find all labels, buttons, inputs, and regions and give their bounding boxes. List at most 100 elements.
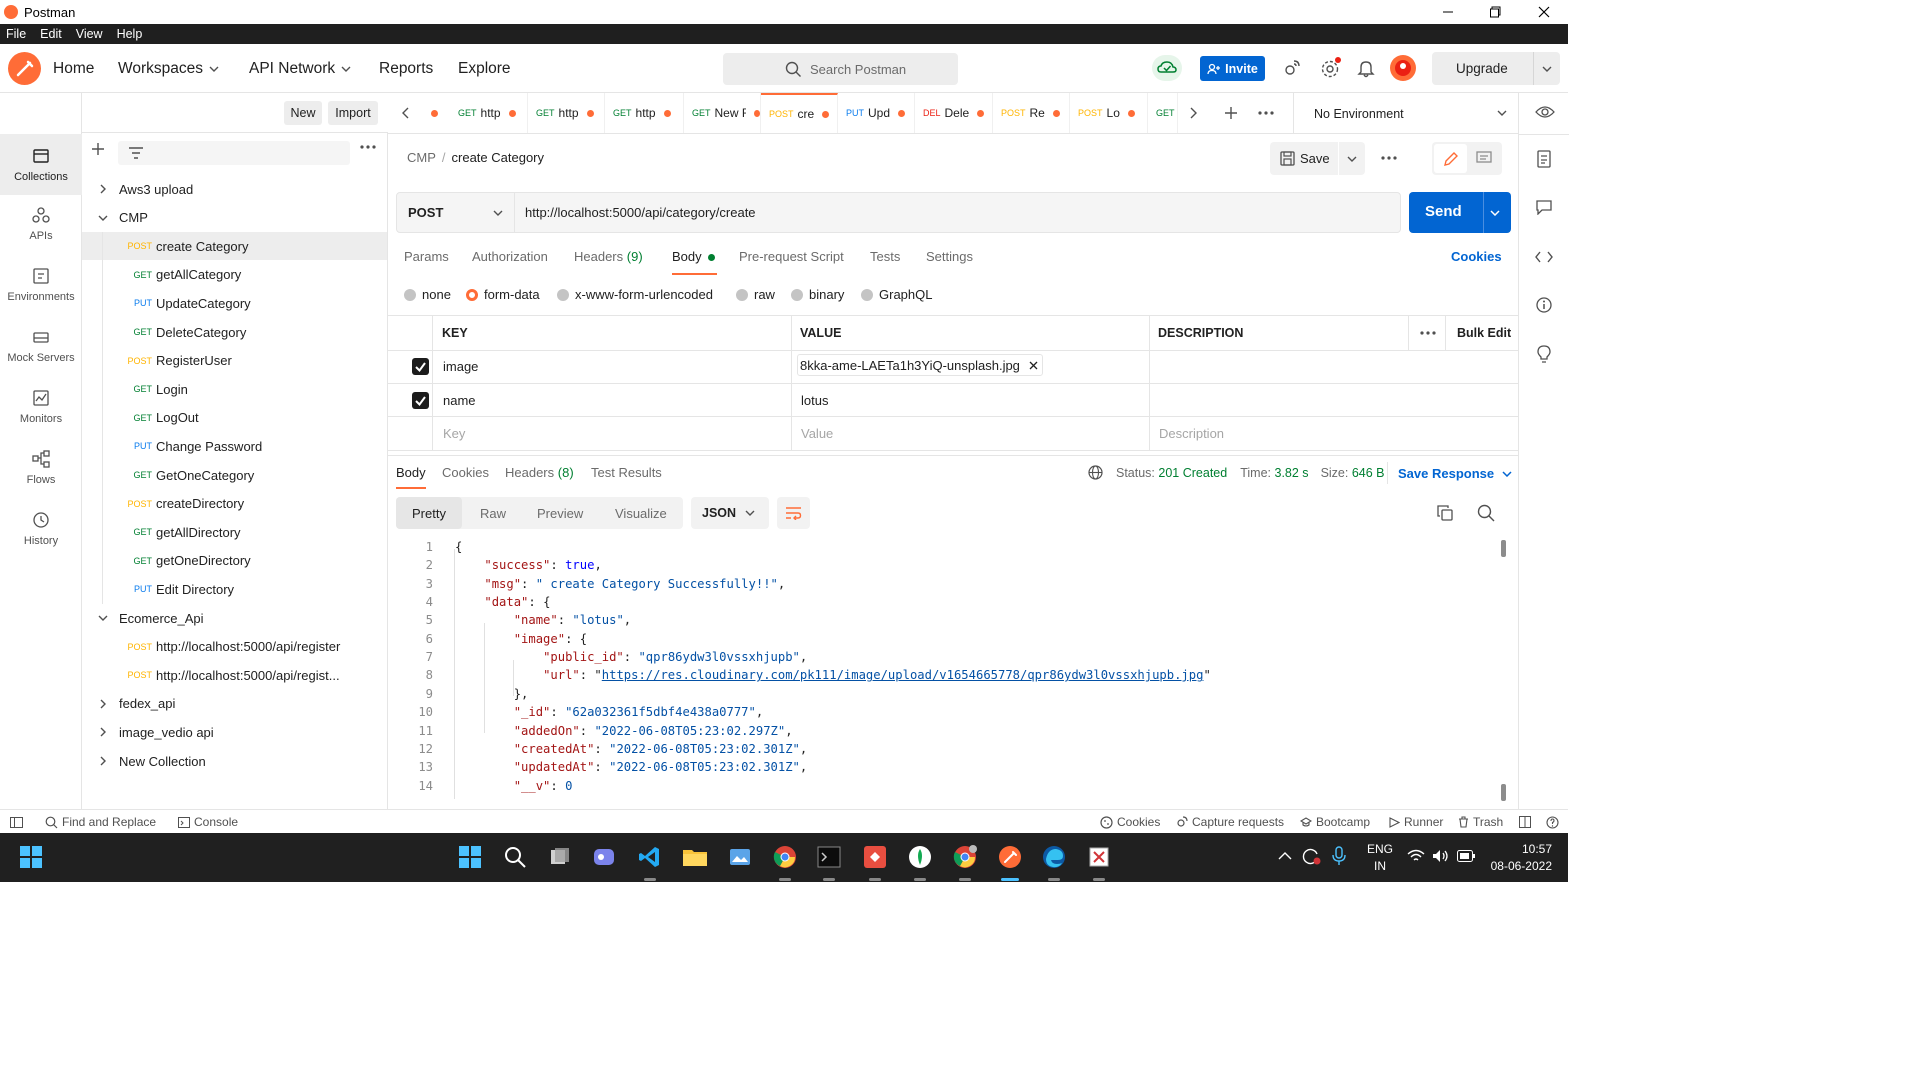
teams-chat-icon[interactable]: [590, 843, 618, 871]
save-response-button[interactable]: Save Response: [1398, 466, 1512, 481]
radio-urlencoded[interactable]: x-www-form-urlencoded: [557, 287, 713, 302]
vscode-icon[interactable]: [636, 843, 664, 871]
new-button[interactable]: New: [284, 101, 322, 125]
chrome-icon[interactable]: [771, 843, 799, 871]
tab-params[interactable]: Params: [404, 249, 449, 264]
runner-button[interactable]: Runner: [1389, 810, 1443, 834]
cookies-button[interactable]: Cookies: [1100, 810, 1160, 834]
request-tab[interactable]: GET http: [528, 93, 605, 133]
row-enabled-checkbox[interactable]: [412, 392, 429, 409]
menu-help[interactable]: Help: [117, 27, 143, 41]
system-clock[interactable]: 10:57 08-06-2022: [1482, 841, 1552, 875]
request-item[interactable]: PUT Change Password: [82, 432, 387, 460]
nav-workspaces[interactable]: Workspaces: [118, 44, 219, 93]
new-description-input[interactable]: Description: [1159, 426, 1224, 441]
settings-gear-icon[interactable]: [1319, 57, 1341, 79]
sidebar-item-monitors[interactable]: Monitors: [0, 378, 82, 436]
taskbar-search-icon[interactable]: [501, 843, 529, 871]
mongodb-compass-icon[interactable]: [906, 843, 934, 871]
request-item[interactable]: PUT UpdateCategory: [82, 289, 387, 317]
scrollbar-thumb-bottom[interactable]: [1501, 784, 1506, 801]
info-icon[interactable]: [1536, 297, 1552, 313]
format-select[interactable]: JSON: [691, 497, 769, 529]
chevron-down-icon[interactable]: [1490, 210, 1500, 216]
close-window-button[interactable]: [1520, 0, 1568, 24]
file-explorer-icon[interactable]: [681, 843, 709, 871]
view-visualize[interactable]: Visualize: [615, 497, 667, 529]
task-view-icon[interactable]: [546, 843, 574, 871]
tabs-scroll-right-icon[interactable]: [1189, 107, 1197, 119]
layout-toggle-icon[interactable]: [1519, 810, 1531, 834]
request-item[interactable]: GET GetOneCategory: [82, 461, 387, 489]
sidebar-item-apis[interactable]: APIs: [0, 195, 82, 253]
nav-explore[interactable]: Explore: [458, 44, 511, 93]
documentation-icon[interactable]: [1537, 150, 1551, 168]
snipping-tool-icon[interactable]: [1085, 843, 1113, 871]
edit-mode-button[interactable]: [1434, 144, 1467, 173]
code-snippet-icon[interactable]: [1535, 250, 1553, 264]
tab-prerequest[interactable]: Pre-request Script: [739, 249, 844, 264]
response-body-viewer[interactable]: 1{2 "success": true, 3 "msg": " create Ca…: [388, 540, 1498, 805]
import-button[interactable]: Import: [328, 101, 378, 125]
request-item[interactable]: POST http://localhost:5000/api/register: [82, 633, 387, 661]
new-tab-icon[interactable]: [1223, 105, 1239, 121]
request-item[interactable]: GET getOneDirectory: [82, 547, 387, 575]
response-tab-cookies[interactable]: Cookies: [442, 465, 489, 480]
nav-reports[interactable]: Reports: [379, 44, 433, 93]
collection-folder[interactable]: New Collection: [82, 747, 387, 775]
environment-selector[interactable]: No Environment: [1293, 93, 1518, 134]
request-item[interactable]: GET Login: [82, 375, 387, 403]
tab-authorization[interactable]: Authorization: [472, 249, 548, 264]
collection-folder[interactable]: fedex_api: [82, 690, 387, 718]
request-item[interactable]: POST http://localhost:5000/api/regist...: [82, 661, 387, 689]
git-client-icon[interactable]: [861, 843, 889, 871]
sidebar-item-mock-servers[interactable]: Mock Servers: [0, 317, 82, 375]
terminal-icon[interactable]: [815, 843, 843, 871]
invite-button[interactable]: Invite: [1200, 56, 1265, 81]
request-tab[interactable]: GET http: [450, 93, 528, 133]
postman-home-logo-icon[interactable]: [8, 52, 41, 85]
sync-status-icon[interactable]: [1152, 55, 1182, 81]
find-replace-button[interactable]: Find and Replace: [45, 810, 156, 834]
request-name[interactable]: create Category: [452, 150, 545, 165]
request-item[interactable]: PUT Edit Directory: [82, 575, 387, 603]
row-key[interactable]: name: [443, 393, 476, 408]
request-tab[interactable]: POST Re: [993, 93, 1070, 133]
postman-taskbar-icon[interactable]: [996, 843, 1024, 871]
microphone-icon[interactable]: [1332, 846, 1346, 866]
console-button[interactable]: Console: [178, 810, 238, 834]
globe-icon[interactable]: [1088, 465, 1103, 480]
url-input[interactable]: http://localhost:5000/api/category/creat…: [525, 205, 756, 220]
sync-tray-icon[interactable]: [1301, 846, 1321, 866]
collection-folder[interactable]: image_vedio api: [82, 718, 387, 746]
breadcrumb-parent[interactable]: CMP: [407, 150, 436, 165]
bootcamp-button[interactable]: Bootcamp: [1300, 810, 1370, 834]
minimize-button[interactable]: [1424, 0, 1472, 24]
environment-quick-look-icon[interactable]: [1535, 104, 1555, 120]
tab-options-icon[interactable]: [1258, 110, 1274, 116]
request-item[interactable]: GET getAllCategory: [82, 261, 387, 289]
comments-icon[interactable]: [1536, 199, 1552, 215]
request-item[interactable]: POST createDirectory: [82, 490, 387, 518]
menu-view[interactable]: View: [76, 27, 103, 41]
upgrade-button[interactable]: Upgrade: [1432, 52, 1560, 85]
sidebar-item-flows[interactable]: Flows: [0, 439, 82, 497]
collection-folder[interactable]: Aws3 upload: [82, 175, 387, 203]
tab-settings[interactable]: Settings: [926, 249, 973, 264]
start-windows-icon[interactable]: [17, 843, 45, 871]
comment-mode-icon[interactable]: [1476, 151, 1492, 165]
request-item[interactable]: GET getAllDirectory: [82, 518, 387, 546]
add-collection-icon[interactable]: [90, 141, 106, 157]
request-item[interactable]: GET DeleteCategory: [82, 318, 387, 346]
send-button[interactable]: Send: [1409, 192, 1511, 233]
table-options-icon[interactable]: [1420, 330, 1436, 336]
row-enabled-checkbox[interactable]: [412, 358, 429, 375]
request-tab[interactable]: GETNew R: [684, 93, 761, 133]
sidebar-item-environments[interactable]: Environments: [0, 256, 82, 314]
maximize-button[interactable]: [1472, 0, 1520, 24]
request-item[interactable]: POST create Category: [82, 232, 387, 261]
help-icon[interactable]: [1546, 810, 1559, 834]
request-tab[interactable]: GET: [1148, 93, 1178, 133]
request-tab[interactable]: POST cre: [761, 93, 838, 133]
filter-input[interactable]: [118, 141, 350, 165]
